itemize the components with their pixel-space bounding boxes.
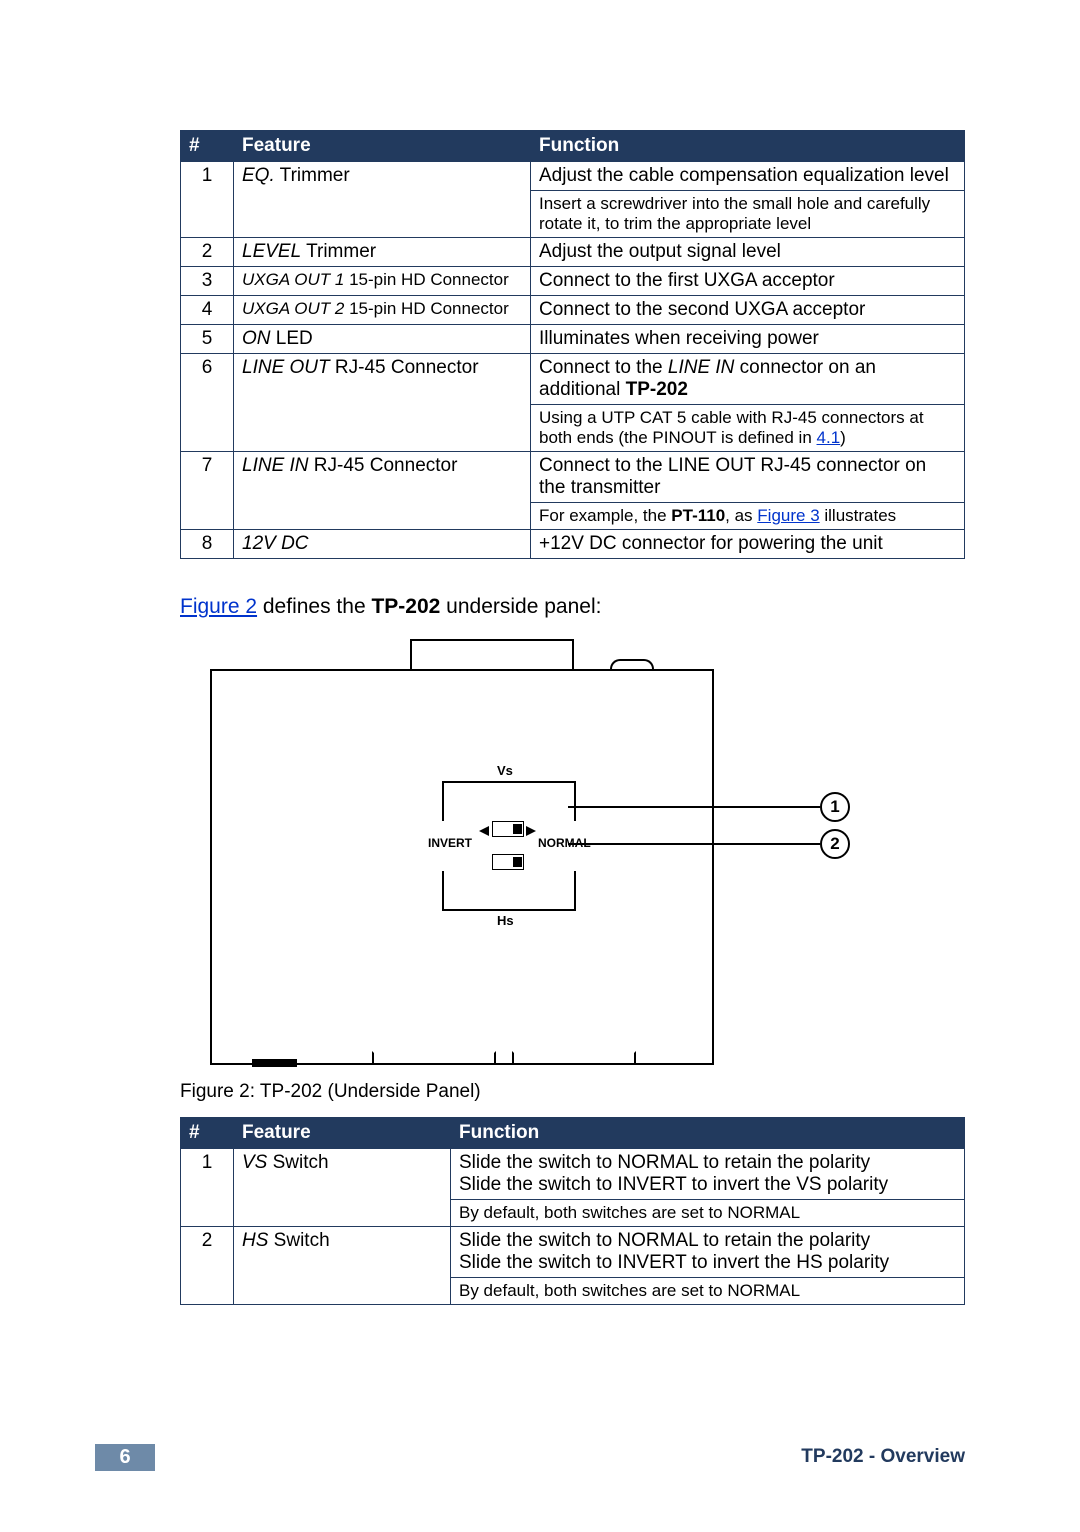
cell-function: Connect to the first UXGA acceptor: [531, 267, 965, 296]
callout-2: 2: [568, 829, 850, 859]
cell-num: 2: [181, 238, 234, 267]
cell-function: Adjust the cable compensation equalizati…: [531, 162, 965, 191]
figure-intro-text: Figure 2 defines the TP-202 underside pa…: [180, 595, 965, 619]
cell-num: 4: [181, 296, 234, 325]
th-function: Function: [451, 1118, 965, 1149]
label-vs: Vs: [497, 763, 513, 778]
cell-feature: HS Switch: [234, 1227, 451, 1278]
cell-feature: ON LED: [234, 325, 531, 354]
cell-note: Using a UTP CAT 5 cable with RJ-45 conne…: [531, 405, 965, 452]
cell-feature: UXGA OUT 1 15-pin HD Connector: [234, 267, 531, 296]
cell-feature: LINE IN RJ-45 Connector: [234, 452, 531, 503]
cell-feature: LEVEL Trimmer: [234, 238, 531, 267]
cell-num: 3: [181, 267, 234, 296]
page-number: 6: [95, 1444, 155, 1471]
footer-title: TP-202 - Overview: [801, 1444, 965, 1468]
page-footer: 6 TP-202 - Overview: [0, 1444, 1080, 1474]
feature-table-2: # Feature Function 1 VS Switch Slide the…: [180, 1117, 965, 1305]
cell-num: 5: [181, 325, 234, 354]
th-num: #: [181, 1118, 234, 1149]
cell-note: For example, the PT-110, as Figure 3 ill…: [531, 503, 965, 530]
figure-caption: Figure 2: TP-202 (Underside Panel): [180, 1081, 965, 1103]
cell-num: 8: [181, 530, 234, 559]
arrow-left-icon: [479, 826, 489, 836]
vs-switch-icon: [492, 821, 524, 837]
cell-feature: 12V DC: [234, 530, 531, 559]
cell-function: Connect to the LINE OUT RJ-45 connector …: [531, 452, 965, 503]
cell-feature: LINE OUT RJ-45 Connector: [234, 354, 531, 405]
cell-function: +12V DC connector for powering the unit: [531, 530, 965, 559]
cell-function: Adjust the output signal level: [531, 238, 965, 267]
cell-function: Slide the switch to NORMAL to retain the…: [451, 1149, 965, 1200]
link-figure2[interactable]: Figure 2: [180, 595, 257, 618]
cell-note: By default, both switches are set to NOR…: [451, 1278, 965, 1305]
cell-num: 1: [181, 1149, 234, 1200]
cell-note: Insert a screwdriver into the small hole…: [531, 191, 965, 238]
cell-feature: VS Switch: [234, 1149, 451, 1200]
cell-feature: EQ. Trimmer: [234, 162, 531, 191]
link-pinout[interactable]: 4.1: [817, 428, 841, 447]
cell-num: 1: [181, 162, 234, 191]
callout-1: 1: [568, 792, 850, 822]
cell-num: 2: [181, 1227, 234, 1278]
link-figure3[interactable]: Figure 3: [757, 506, 819, 525]
cell-note: By default, both switches are set to NOR…: [451, 1200, 965, 1227]
cell-function: Slide the switch to NORMAL to retain the…: [451, 1227, 965, 1278]
hs-switch-icon: [492, 854, 524, 870]
th-function: Function: [531, 131, 965, 162]
arrow-right-icon: [526, 826, 536, 836]
cell-num: 7: [181, 452, 234, 503]
figure-underside-panel: Vs Hs INVERT NORMAL 1 2: [210, 639, 850, 1069]
label-invert: INVERT: [428, 836, 472, 850]
feature-table-1: # Feature Function 1 EQ. Trimmer Adjust …: [180, 130, 965, 559]
th-feature: Feature: [234, 131, 531, 162]
th-num: #: [181, 131, 234, 162]
cell-function: Connect to the LINE IN connector on an a…: [531, 354, 965, 405]
label-hs: Hs: [497, 913, 514, 928]
cell-function: Illuminates when receiving power: [531, 325, 965, 354]
cell-feature: UXGA OUT 2 15-pin HD Connector: [234, 296, 531, 325]
cell-num: 6: [181, 354, 234, 405]
cell-function: Connect to the second UXGA acceptor: [531, 296, 965, 325]
th-feature: Feature: [234, 1118, 451, 1149]
